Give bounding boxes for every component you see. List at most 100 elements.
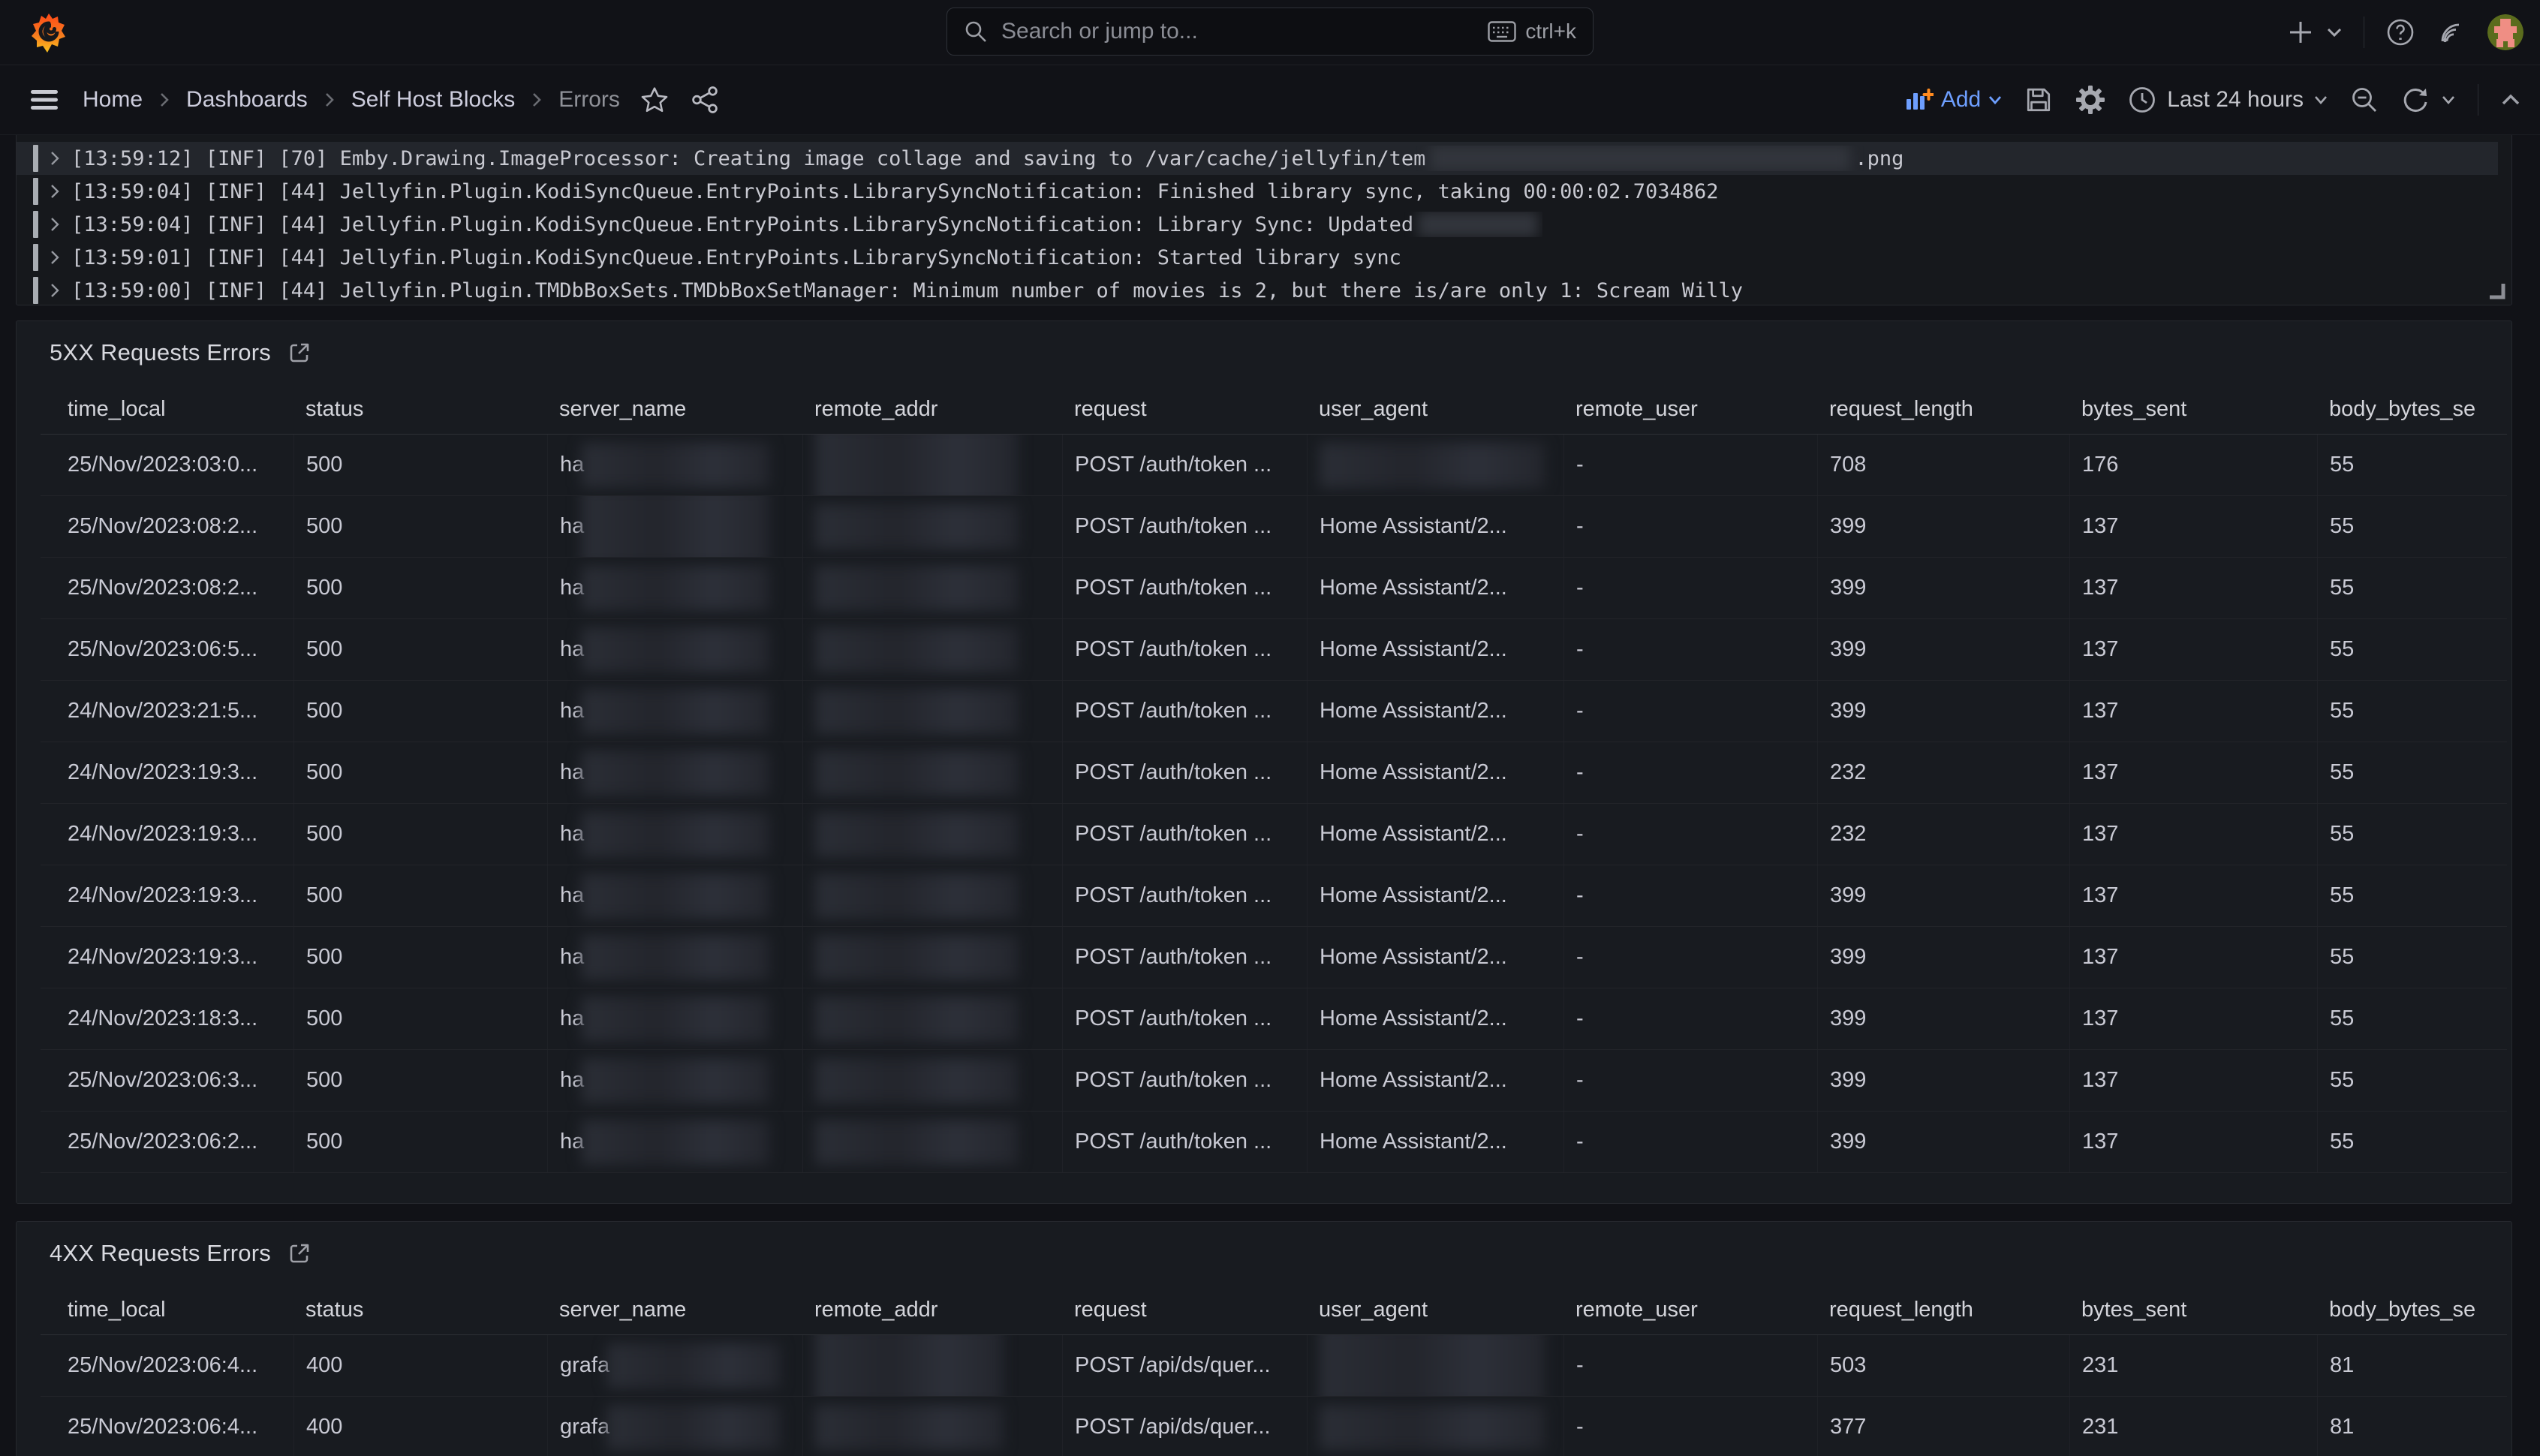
- column-header-remote_user[interactable]: remote_user: [1563, 397, 1817, 422]
- cell-remote_addr: [802, 1050, 1062, 1111]
- cell-request: POST /auth/token ...: [1062, 681, 1307, 742]
- cell-user_agent: [1307, 1335, 1563, 1396]
- dashboard-toolbar: Home Dashboards Self Host Blocks Errors: [0, 65, 2540, 135]
- collapse-toolbar-chevron-up-icon[interactable]: [2501, 93, 2520, 107]
- cell-time_local: 25/Nov/2023:08:2...: [41, 496, 293, 557]
- breadcrumb-chevron-icon: [159, 92, 170, 108]
- table-row: 24/Nov/2023:19:3...500haPOST /auth/token…: [41, 742, 2507, 804]
- redacted-cell: [582, 496, 769, 557]
- search-placeholder: Search or jump to...: [1001, 19, 1198, 44]
- cell-request_length: 708: [1817, 435, 2069, 495]
- external-link-icon[interactable]: [287, 1241, 311, 1265]
- column-header-status[interactable]: status: [293, 397, 547, 422]
- table-4xx: time_localstatusserver_nameremote_addrre…: [41, 1285, 2507, 1456]
- cell-request_length: 399: [1817, 496, 2069, 557]
- column-header-remote_user[interactable]: remote_user: [1563, 1298, 1817, 1322]
- column-header-body_bytes_se[interactable]: body_bytes_se: [2317, 1298, 2507, 1322]
- column-header-remote_addr[interactable]: remote_addr: [802, 397, 1062, 422]
- redacted-cell: [815, 627, 1018, 672]
- table-row: 24/Nov/2023:21:5...500haPOST /auth/token…: [41, 681, 2507, 742]
- expand-chevron-icon[interactable]: [49, 150, 61, 167]
- breadcrumb-folder[interactable]: Self Host Blocks: [351, 87, 515, 113]
- cell-request_length: 399: [1817, 988, 2069, 1049]
- cell-user_agent: Home Assistant/2...: [1307, 558, 1563, 618]
- log-line[interactable]: [13:59:12] [INF] [70] Emby.Drawing.Image…: [17, 142, 2498, 175]
- expand-chevron-icon[interactable]: [49, 216, 61, 233]
- column-header-request[interactable]: request: [1062, 397, 1307, 422]
- share-icon[interactable]: [691, 86, 719, 114]
- column-header-status[interactable]: status: [293, 1298, 547, 1322]
- redacted-cell: [815, 874, 1018, 919]
- column-header-request_length[interactable]: request_length: [1817, 1298, 2069, 1322]
- redacted-cell: [815, 1335, 1003, 1396]
- table-row: 25/Nov/2023:06:3...500haPOST /auth/token…: [41, 1050, 2507, 1112]
- keyboard-icon: [1488, 21, 1516, 42]
- user-avatar[interactable]: [2487, 14, 2523, 50]
- cell-request_length: 399: [1817, 865, 2069, 926]
- expand-chevron-icon[interactable]: [49, 282, 61, 299]
- cell-time_local: 24/Nov/2023:18:3...: [41, 988, 293, 1049]
- breadcrumb-home[interactable]: Home: [83, 87, 143, 113]
- column-header-user_agent[interactable]: user_agent: [1307, 397, 1563, 422]
- grafana-logo-icon[interactable]: [30, 13, 68, 53]
- new-plus-button[interactable]: [2287, 19, 2314, 46]
- refresh-interval-chevron-down-icon[interactable]: [2442, 95, 2455, 105]
- cell-request_length: 377: [1817, 1397, 2069, 1456]
- panel-title[interactable]: 4XX Requests Errors: [50, 1240, 271, 1267]
- mega-menu-icon[interactable]: [30, 89, 59, 111]
- add-panel-button[interactable]: Add: [1905, 87, 2002, 113]
- cell-remote_addr: [802, 681, 1062, 742]
- column-header-server_name[interactable]: server_name: [547, 397, 802, 422]
- table-row: 24/Nov/2023:19:3...500haPOST /auth/token…: [41, 927, 2507, 988]
- column-header-time_local[interactable]: time_local: [41, 397, 293, 422]
- table-row: 24/Nov/2023:19:3...500haPOST /auth/token…: [41, 804, 2507, 865]
- search-input[interactable]: Search or jump to... ctrl+k: [946, 8, 1594, 56]
- cell-body_bytes_se: 55: [2317, 619, 2507, 680]
- column-header-user_agent[interactable]: user_agent: [1307, 1298, 1563, 1322]
- column-header-time_local[interactable]: time_local: [41, 1298, 293, 1322]
- expand-chevron-icon[interactable]: [49, 183, 61, 200]
- expand-chevron-icon[interactable]: [49, 249, 61, 266]
- log-level-bar: [33, 244, 38, 271]
- panel-title[interactable]: 5XX Requests Errors: [50, 339, 271, 366]
- news-rss-icon[interactable]: [2436, 17, 2466, 47]
- column-header-bytes_sent[interactable]: bytes_sent: [2069, 1298, 2317, 1322]
- cell-server_name: ha: [547, 435, 802, 495]
- column-header-server_name[interactable]: server_name: [547, 1298, 802, 1322]
- save-dashboard-icon[interactable]: [2024, 86, 2053, 114]
- dashboard-settings-gear-icon[interactable]: [2075, 85, 2105, 115]
- time-range-picker[interactable]: Last 24 hours: [2128, 86, 2328, 114]
- cell-request: POST /api/ds/quer...: [1062, 1397, 1307, 1456]
- cell-remote_addr: [802, 1397, 1062, 1456]
- log-line[interactable]: [13:59:04] [INF] [44] Jellyfin.Plugin.Ko…: [17, 175, 2498, 208]
- redacted-cell: [815, 689, 1018, 734]
- column-header-remote_addr[interactable]: remote_addr: [802, 1298, 1062, 1322]
- redacted-cell: [582, 627, 769, 672]
- panel-resize-handle[interactable]: [2487, 281, 2506, 300]
- cell-remote_addr: [802, 742, 1062, 803]
- breadcrumb-dashboards[interactable]: Dashboards: [186, 87, 308, 113]
- log-line[interactable]: [13:59:00] [INF] [44] Jellyfin.Plugin.TM…: [17, 274, 2498, 305]
- cell-bytes_sent: 176: [2069, 435, 2317, 495]
- log-line-clipped: [13:59:12] [INF] [70] Emby.Drawing.Image…: [17, 135, 2498, 142]
- favorite-star-icon[interactable]: [641, 86, 668, 113]
- cell-body_bytes_se: 55: [2317, 1050, 2507, 1111]
- column-header-body_bytes_se[interactable]: body_bytes_se: [2317, 397, 2507, 422]
- external-link-icon[interactable]: [287, 341, 311, 365]
- cell-request_length: 399: [1817, 1112, 2069, 1172]
- column-header-request[interactable]: request: [1062, 1298, 1307, 1322]
- refresh-icon[interactable]: [2401, 86, 2430, 114]
- column-header-request_length[interactable]: request_length: [1817, 397, 2069, 422]
- redacted-cell: [815, 1405, 1003, 1450]
- log-line[interactable]: [13:59:04] [INF] [44] Jellyfin.Plugin.Ko…: [17, 208, 2498, 241]
- zoom-out-icon[interactable]: [2350, 86, 2379, 114]
- help-icon[interactable]: [2385, 17, 2415, 47]
- cell-server_name: ha: [547, 619, 802, 680]
- cell-user_agent: Home Assistant/2...: [1307, 865, 1563, 926]
- new-menu-chevron-down-icon[interactable]: [2326, 26, 2343, 38]
- table-row: 25/Nov/2023:06:2...500haPOST /auth/token…: [41, 1112, 2507, 1173]
- log-line[interactable]: [13:59:01] [INF] [44] Jellyfin.Plugin.Ko…: [17, 241, 2498, 274]
- column-header-bytes_sent[interactable]: bytes_sent: [2069, 397, 2317, 422]
- cell-remote_user: -: [1563, 1397, 1817, 1456]
- cell-body_bytes_se: 55: [2317, 681, 2507, 742]
